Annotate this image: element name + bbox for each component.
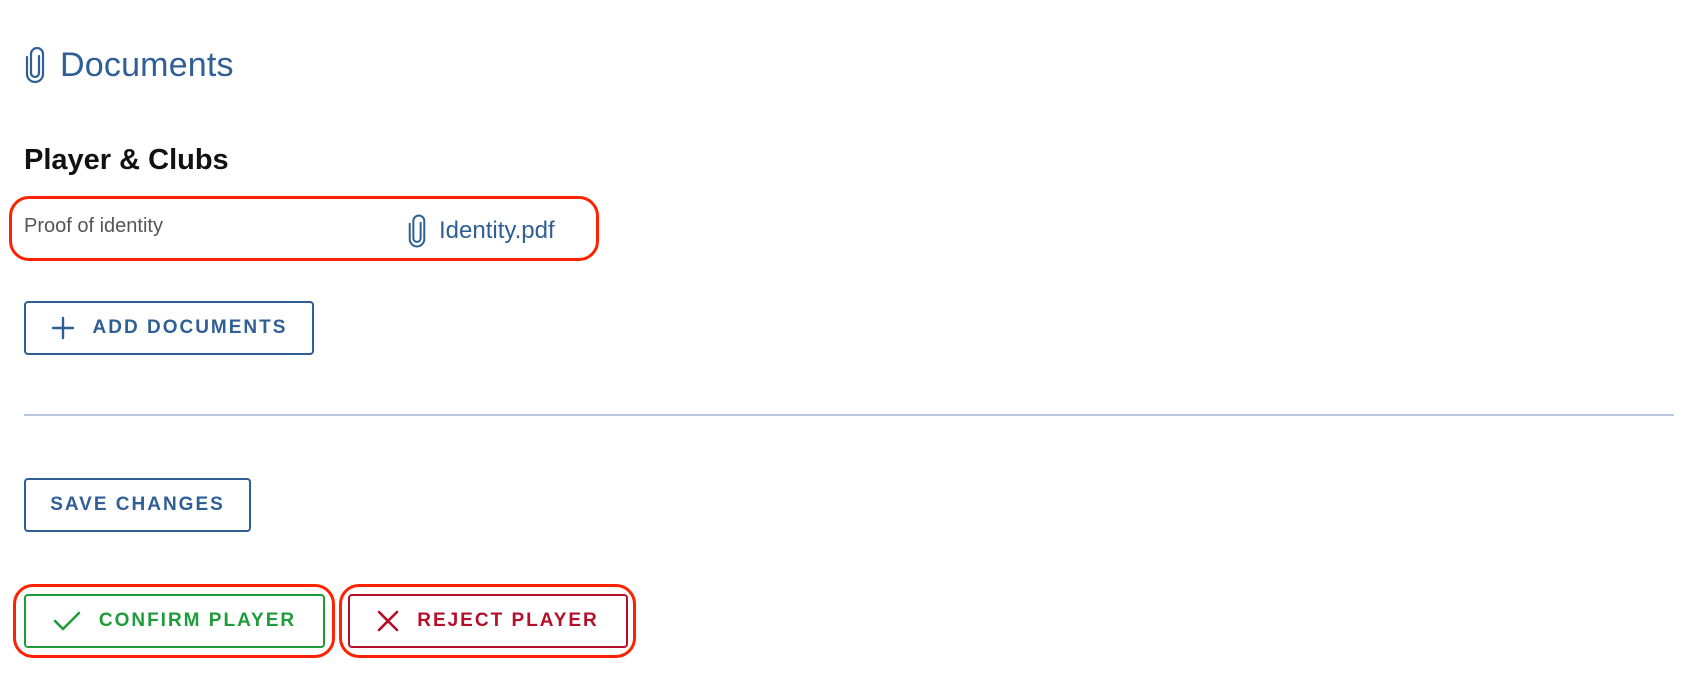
documents-header: Documents — [24, 40, 234, 90]
page-title: Documents — [60, 45, 234, 84]
confirm-player-button[interactable]: CONFIRM PLAYER — [24, 594, 325, 648]
divider — [24, 414, 1674, 416]
checkmark-icon — [53, 611, 81, 631]
reject-player-button[interactable]: REJECT PLAYER — [348, 594, 628, 648]
section-title: Player & Clubs — [24, 144, 229, 176]
paperclip-icon — [408, 214, 426, 248]
save-changes-button[interactable]: SAVE CHANGES — [24, 478, 251, 532]
close-icon — [377, 610, 399, 632]
confirm-player-label: CONFIRM PLAYER — [98, 610, 297, 631]
save-changes-label: SAVE CHANGES — [50, 494, 225, 515]
document-file-link[interactable]: Identity.pdf — [407, 214, 555, 248]
plus-icon — [51, 316, 74, 340]
reject-player-label: REJECT PLAYER — [417, 610, 599, 631]
paperclip-icon — [25, 47, 45, 83]
add-documents-label: ADD DOCUMENTS — [92, 317, 288, 338]
document-row: Proof of identity Identity.pdf — [24, 203, 589, 253]
document-file-name[interactable]: Identity.pdf — [439, 217, 555, 245]
document-label: Proof of identity — [24, 215, 163, 237]
add-documents-button[interactable]: ADD DOCUMENTS — [24, 301, 314, 355]
